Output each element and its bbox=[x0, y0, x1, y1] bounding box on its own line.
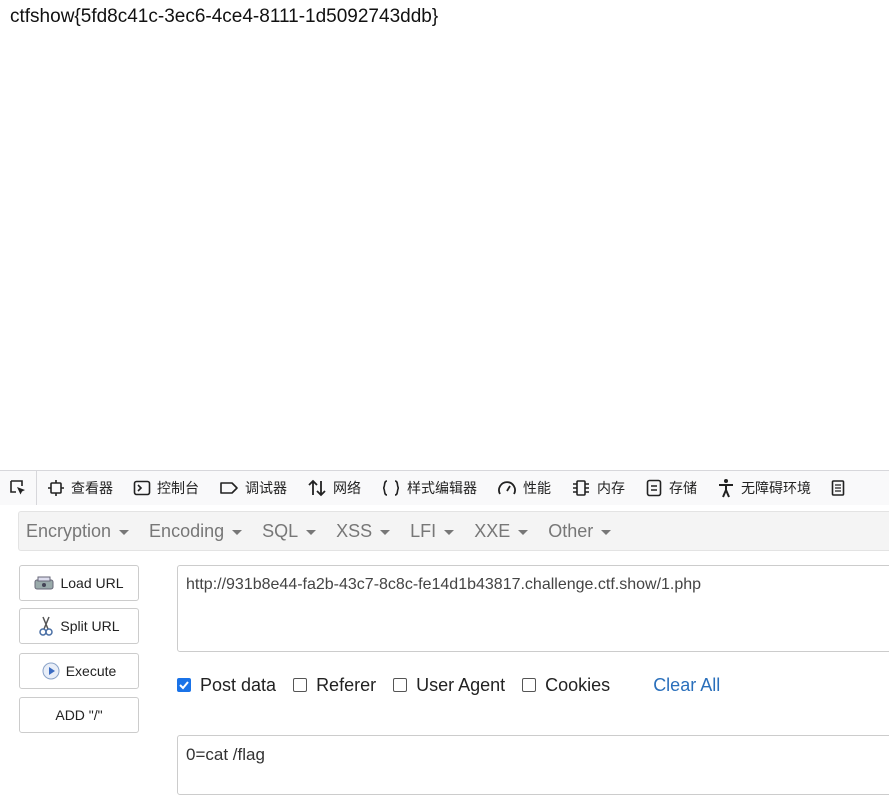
more-tabs-icon bbox=[831, 480, 845, 496]
menu-label: Other bbox=[548, 520, 594, 541]
scissors-icon bbox=[39, 616, 54, 636]
tab-debugger[interactable]: 调试器 bbox=[209, 471, 297, 505]
button-label: ADD "/" bbox=[55, 707, 103, 723]
add-slash-button[interactable]: ADD "/" bbox=[19, 697, 139, 733]
menu-encryption[interactable]: Encryption bbox=[19, 512, 136, 550]
menu-other[interactable]: Other bbox=[541, 512, 618, 550]
caret-down-icon bbox=[119, 529, 130, 535]
menu-xxe[interactable]: XXE bbox=[467, 512, 535, 550]
tab-label: 样式编辑器 bbox=[407, 481, 477, 497]
tab-network[interactable]: 网络 bbox=[297, 471, 371, 505]
button-label: Execute bbox=[65, 663, 117, 679]
console-icon bbox=[133, 480, 151, 496]
button-label: Split URL bbox=[60, 618, 120, 634]
menu-lfi[interactable]: LFI bbox=[403, 512, 461, 550]
inspector-icon bbox=[48, 480, 64, 496]
load-icon bbox=[34, 576, 54, 590]
post-data-textarea[interactable]: 0=cat /flag bbox=[177, 735, 889, 795]
post-data-checkbox[interactable] bbox=[177, 678, 191, 692]
referer-option[interactable]: Referer bbox=[293, 675, 376, 696]
hackbar-menu-bar: Encryption Encoding SQL XSS LFI XXE Othe… bbox=[18, 511, 889, 551]
play-icon bbox=[42, 662, 60, 680]
caret-down-icon bbox=[306, 529, 317, 535]
options-row: Post data Referer User Agent Cookies Cle… bbox=[177, 673, 720, 697]
option-label: Cookies bbox=[545, 674, 611, 695]
caret-down-icon bbox=[232, 529, 243, 535]
network-icon bbox=[308, 479, 326, 497]
caret-down-icon bbox=[518, 529, 529, 535]
url-value: http://931b8e44-fa2b-43c7-8c8c-fe14d1b43… bbox=[186, 576, 702, 593]
post-data-option[interactable]: Post data bbox=[177, 675, 276, 696]
post-data-value: 0=cat /flag bbox=[186, 745, 265, 764]
debugger-icon bbox=[220, 482, 238, 494]
style-editor-icon bbox=[382, 480, 400, 496]
user-agent-checkbox[interactable] bbox=[393, 678, 408, 692]
tab-console[interactable]: 控制台 bbox=[123, 471, 209, 505]
load-url-button[interactable]: Load URL bbox=[19, 565, 139, 601]
caret-down-icon bbox=[444, 529, 455, 535]
menu-label: SQL bbox=[262, 520, 299, 541]
element-picker-icon bbox=[10, 480, 25, 495]
tab-memory[interactable]: 内存 bbox=[561, 471, 635, 505]
tab-label: 控制台 bbox=[157, 481, 199, 497]
clear-all-link[interactable]: Clear All bbox=[653, 675, 720, 696]
storage-icon bbox=[646, 479, 662, 497]
tab-label: 存储 bbox=[669, 481, 697, 497]
option-label: User Agent bbox=[416, 674, 506, 695]
tab-accessibility[interactable]: 无障碍环境 bbox=[707, 471, 821, 505]
page-flag-text: ctfshow{5fd8c41c-3ec6-4ce4-8111-1d509274… bbox=[10, 6, 439, 27]
menu-xss[interactable]: XSS bbox=[329, 512, 397, 550]
referer-checkbox[interactable] bbox=[293, 678, 308, 692]
menu-label: Encryption bbox=[26, 520, 112, 541]
caret-down-icon bbox=[380, 529, 391, 535]
tab-label: 性能 bbox=[523, 481, 551, 497]
user-agent-option[interactable]: User Agent bbox=[393, 675, 505, 696]
menu-sql[interactable]: SQL bbox=[255, 512, 323, 550]
cookies-checkbox[interactable] bbox=[522, 678, 537, 692]
tab-label: 网络 bbox=[333, 481, 361, 497]
devtools-toolbar: 查看器 控制台 调试器 网络 样式编辑器 性能 内存 存储 无障碍环境 bbox=[0, 470, 889, 505]
performance-icon bbox=[498, 481, 516, 495]
tab-style-editor[interactable]: 样式编辑器 bbox=[371, 471, 487, 505]
tab-label: 查看器 bbox=[71, 481, 113, 497]
tab-label: 内存 bbox=[597, 481, 625, 497]
accessibility-icon bbox=[719, 479, 733, 498]
option-label: Referer bbox=[316, 674, 377, 695]
tab-more[interactable] bbox=[821, 471, 855, 505]
split-url-button[interactable]: Split URL bbox=[19, 608, 139, 644]
hackbar-panel: Encryption Encoding SQL XSS LFI XXE Othe… bbox=[0, 505, 889, 795]
option-label: Post data bbox=[200, 674, 277, 695]
menu-label: XSS bbox=[336, 520, 373, 541]
menu-label: Encoding bbox=[149, 520, 225, 541]
tab-inspector[interactable]: 查看器 bbox=[37, 471, 123, 505]
tab-performance[interactable]: 性能 bbox=[487, 471, 561, 505]
tab-label: 无障碍环境 bbox=[741, 481, 811, 497]
button-label: Load URL bbox=[60, 575, 124, 591]
url-textarea[interactable]: http://931b8e44-fa2b-43c7-8c8c-fe14d1b43… bbox=[177, 565, 889, 652]
tab-storage[interactable]: 存储 bbox=[635, 471, 707, 505]
menu-encoding[interactable]: Encoding bbox=[142, 512, 249, 550]
element-picker-button[interactable] bbox=[0, 471, 37, 505]
tab-label: 调试器 bbox=[245, 481, 287, 497]
menu-label: LFI bbox=[410, 520, 437, 541]
caret-down-icon bbox=[601, 529, 612, 535]
menu-label: XXE bbox=[474, 520, 511, 541]
cookies-option[interactable]: Cookies bbox=[522, 675, 610, 696]
check-icon bbox=[179, 681, 189, 690]
memory-icon bbox=[573, 480, 589, 496]
execute-button[interactable]: Execute bbox=[19, 653, 139, 689]
